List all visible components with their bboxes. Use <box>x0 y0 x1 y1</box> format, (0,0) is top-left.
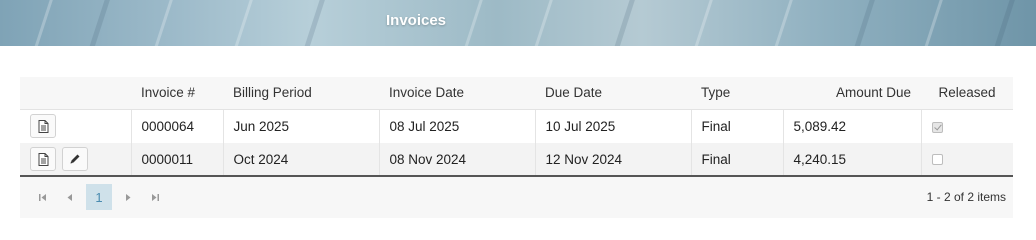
document-icon <box>38 119 48 133</box>
column-header-invoice-date[interactable]: Invoice Date <box>379 77 535 110</box>
amount-due-cell: 5,089.42 <box>782 109 921 143</box>
invoice-date-cell: 08 Jul 2025 <box>378 109 535 143</box>
pager: 1 1 - 2 of 2 items <box>20 177 1013 217</box>
released-checkbox <box>931 154 943 166</box>
page-number-button[interactable]: 1 <box>86 184 112 210</box>
released-cell <box>920 109 1013 143</box>
column-header-type[interactable]: Type <box>691 77 783 110</box>
type-cell: Final <box>690 109 783 143</box>
column-header-invoice-number[interactable]: Invoice # <box>131 77 223 110</box>
pager-info: 1 - 2 of 2 items <box>926 190 1006 204</box>
previous-page-button[interactable] <box>59 185 81 209</box>
invoice-number-cell: 0000064 <box>130 109 223 143</box>
column-header-billing-period[interactable]: Billing Period <box>223 77 379 110</box>
previous-page-icon <box>67 193 72 201</box>
row-actions-cell <box>20 143 131 177</box>
row-actions-cell <box>20 109 131 143</box>
page-banner: Invoices <box>0 0 1036 46</box>
column-header-actions <box>20 77 131 110</box>
invoice-number-cell: 0000011 <box>130 143 223 177</box>
due-date-cell: 12 Nov 2024 <box>534 143 691 177</box>
next-page-icon <box>126 193 131 201</box>
invoices-table: Invoice # Billing Period Invoice Date Du… <box>20 77 1013 177</box>
table-header-row: Invoice # Billing Period Invoice Date Du… <box>20 77 1013 110</box>
column-header-released[interactable]: Released <box>921 77 1013 110</box>
type-cell: Final <box>690 143 783 177</box>
view-invoice-button[interactable] <box>30 147 56 171</box>
amount-due-cell: 4,240.15 <box>782 143 921 177</box>
billing-period-cell: Jun 2025 <box>222 109 379 143</box>
invoice-date-cell: 08 Nov 2024 <box>378 143 535 177</box>
pencil-icon <box>70 154 80 164</box>
column-header-due-date[interactable]: Due Date <box>535 77 691 110</box>
released-cell <box>920 143 1013 177</box>
last-page-button[interactable] <box>144 185 166 209</box>
table-row: 0000064 Jun 2025 08 Jul 2025 10 Jul 2025… <box>20 109 1013 143</box>
first-page-icon <box>39 193 46 201</box>
released-checkbox <box>931 121 943 133</box>
column-header-amount-due[interactable]: Amount Due <box>783 77 921 110</box>
first-page-button[interactable] <box>32 185 54 209</box>
billing-period-cell: Oct 2024 <box>222 143 379 177</box>
last-page-icon <box>152 193 159 201</box>
table-row: 0000011 Oct 2024 08 Nov 2024 12 Nov 2024… <box>20 143 1013 177</box>
edit-invoice-button[interactable] <box>62 147 88 171</box>
due-date-cell: 10 Jul 2025 <box>534 109 691 143</box>
next-page-button[interactable] <box>117 185 139 209</box>
document-icon <box>38 152 48 166</box>
invoices-grid: Invoice # Billing Period Invoice Date Du… <box>20 77 1013 218</box>
page-title: Invoices <box>386 12 447 29</box>
view-invoice-button[interactable] <box>30 114 56 139</box>
